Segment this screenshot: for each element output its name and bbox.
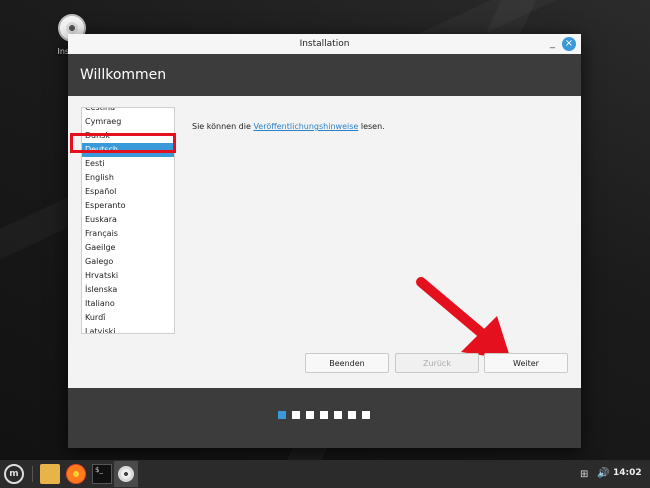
firefox-icon[interactable] (66, 464, 86, 484)
step-dot (292, 411, 300, 419)
language-item[interactable]: Français (82, 227, 174, 241)
step-dot (320, 411, 328, 419)
language-item[interactable]: Galego (82, 255, 174, 269)
next-button[interactable]: Weiter (484, 353, 568, 373)
installer-window: Installation _ × Willkommen Čeština Cymra… (68, 34, 581, 448)
language-item[interactable]: Hrvatski (82, 269, 174, 283)
step-dot (334, 411, 342, 419)
language-item[interactable]: Latviski (82, 325, 174, 333)
annotation-highlight-box (70, 133, 176, 153)
language-item[interactable]: Íslenska (82, 283, 174, 297)
window-title: Installation (299, 39, 350, 49)
release-notes-text: Sie können die Veröffentlichungshinweise… (192, 122, 385, 131)
minimize-button[interactable]: _ (550, 34, 555, 54)
step-dot (306, 411, 314, 419)
folder-icon[interactable] (40, 464, 60, 484)
quit-button[interactable]: Beenden (305, 353, 389, 373)
content-area: Čeština Cymraeg Dansk Deutsch Eesti English Es… (68, 96, 581, 388)
close-button[interactable]: × (562, 37, 576, 51)
language-item[interactable]: Kurdî (82, 311, 174, 325)
step-dot (362, 411, 370, 419)
mint-menu-icon[interactable]: m (4, 464, 24, 484)
cd-icon (118, 466, 134, 482)
page-header: Willkommen (68, 54, 581, 96)
terminal-icon[interactable]: $_ (92, 464, 112, 484)
language-item[interactable]: English (82, 171, 174, 185)
volume-icon[interactable]: 🔊 (597, 468, 609, 479)
page-title: Willkommen (80, 67, 167, 83)
title-bar[interactable]: Installation _ × (68, 34, 581, 54)
taskbar: m $_ ⊞ 🔊 14:02 (0, 460, 650, 488)
back-button[interactable]: Zurück (395, 353, 479, 373)
language-item[interactable]: Čeština (82, 108, 174, 115)
language-item[interactable]: Esperanto (82, 199, 174, 213)
step-dot (278, 411, 286, 419)
step-dot (348, 411, 356, 419)
clock[interactable]: 14:02 (613, 468, 642, 478)
installer-task-icon[interactable] (114, 461, 138, 487)
taskbar-separator (32, 466, 33, 482)
language-item[interactable]: Eesti (82, 157, 174, 171)
language-item[interactable]: Italiano (82, 297, 174, 311)
language-item[interactable]: Gaeilge (82, 241, 174, 255)
release-notes-link[interactable]: Veröffentlichungshinweise (253, 122, 358, 131)
step-indicator (278, 411, 370, 419)
footer-bar (68, 388, 581, 448)
network-icon[interactable]: ⊞ (580, 469, 588, 480)
language-item[interactable]: Cymraeg (82, 115, 174, 129)
language-item[interactable]: Español (82, 185, 174, 199)
language-item[interactable]: Euskara (82, 213, 174, 227)
